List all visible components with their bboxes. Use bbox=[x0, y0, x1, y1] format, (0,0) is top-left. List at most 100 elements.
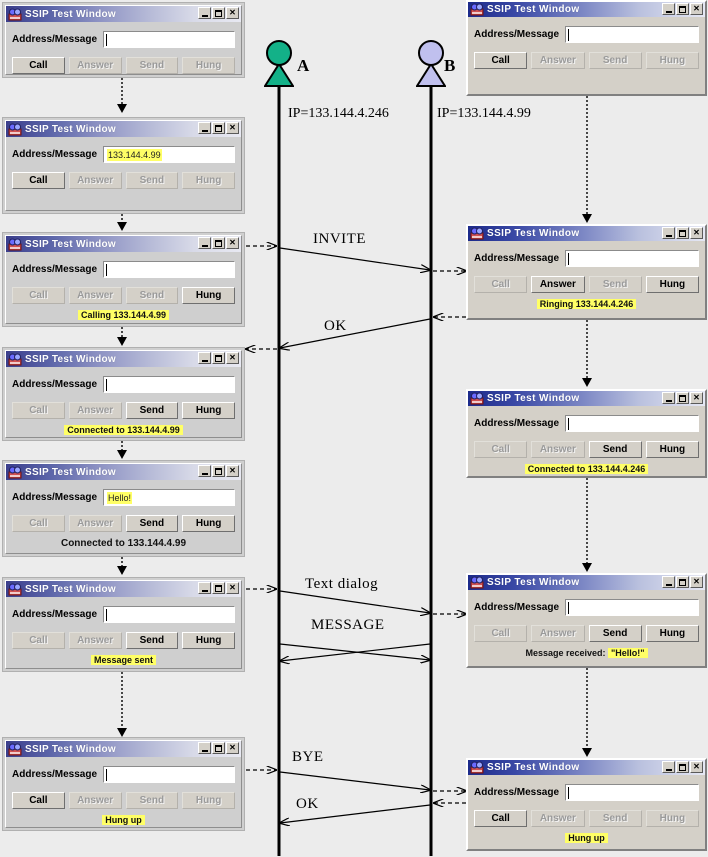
address-message-input[interactable] bbox=[103, 261, 235, 278]
address-message-input[interactable] bbox=[565, 26, 699, 43]
address-message-input[interactable] bbox=[565, 415, 699, 432]
close-button[interactable]: ✕ bbox=[226, 7, 239, 19]
window-controls: ✕ bbox=[198, 352, 239, 364]
minimize-button[interactable] bbox=[198, 352, 211, 364]
ssip-test-window[interactable]: SSIP Test Window ✕ Address/Message Call Answ… bbox=[466, 224, 707, 320]
window-frame: SSIP Test Window ✕ Address/Message 133.144.… bbox=[5, 120, 242, 211]
maximize-button[interactable] bbox=[676, 576, 689, 588]
send-button[interactable]: Send bbox=[125, 402, 179, 419]
maximize-button[interactable] bbox=[676, 392, 689, 404]
minimize-button[interactable] bbox=[662, 576, 675, 588]
hung-button[interactable]: Hung bbox=[645, 441, 699, 458]
close-button[interactable]: ✕ bbox=[690, 761, 703, 773]
hung-button[interactable]: Hung bbox=[182, 287, 235, 304]
address-message-input[interactable] bbox=[103, 606, 235, 623]
window-title-bar[interactable]: SSIP Test Window ✕ bbox=[6, 464, 241, 480]
address-message-input[interactable] bbox=[565, 599, 699, 616]
call-button[interactable]: Call bbox=[12, 57, 65, 74]
window-title-bar[interactable]: SSIP Test Window ✕ bbox=[468, 760, 705, 775]
close-button[interactable]: ✕ bbox=[690, 3, 703, 15]
ssip-test-window[interactable]: SSIP Test Window ✕ Address/Message Call Answ… bbox=[2, 2, 245, 78]
send-button: Send bbox=[125, 57, 179, 74]
minimize-button[interactable] bbox=[662, 392, 675, 404]
close-button[interactable]: ✕ bbox=[226, 582, 239, 594]
send-button[interactable]: Send bbox=[125, 515, 179, 532]
minimize-button[interactable] bbox=[198, 122, 211, 134]
close-button[interactable]: ✕ bbox=[226, 122, 239, 134]
maximize-button[interactable] bbox=[212, 237, 225, 249]
call-button[interactable]: Call bbox=[12, 792, 65, 809]
close-button[interactable]: ✕ bbox=[226, 465, 239, 477]
close-button[interactable]: ✕ bbox=[226, 352, 239, 364]
maximize-button[interactable] bbox=[212, 122, 225, 134]
close-button[interactable]: ✕ bbox=[226, 237, 239, 249]
address-message-input[interactable] bbox=[565, 250, 699, 267]
minimize-button[interactable] bbox=[198, 465, 211, 477]
address-message-input[interactable] bbox=[565, 784, 699, 801]
status-text: Ringing 133.144.4.246 bbox=[536, 299, 637, 309]
hung-button[interactable]: Hung bbox=[645, 276, 699, 293]
address-message-input[interactable] bbox=[103, 766, 235, 783]
send-button[interactable]: Send bbox=[125, 632, 179, 649]
address-message-input[interactable]: 133.144.4.99 bbox=[103, 146, 235, 163]
call-button[interactable]: Call bbox=[474, 52, 528, 69]
send-button[interactable]: Send bbox=[588, 441, 642, 458]
answer-button[interactable]: Answer bbox=[531, 276, 585, 293]
window-title-bar[interactable]: SSIP Test Window ✕ bbox=[6, 236, 241, 252]
minimize-button[interactable] bbox=[662, 3, 675, 15]
maximize-button[interactable] bbox=[676, 3, 689, 15]
ssip-test-window[interactable]: SSIP Test Window ✕ Address/Message Call Answ… bbox=[2, 577, 245, 672]
maximize-button[interactable] bbox=[212, 582, 225, 594]
ssip-test-window[interactable]: SSIP Test Window ✕ Address/Message Call Answ… bbox=[2, 737, 245, 831]
window-title-bar[interactable]: SSIP Test Window ✕ bbox=[468, 391, 705, 406]
close-button[interactable]: ✕ bbox=[690, 227, 703, 239]
window-title-bar[interactable]: SSIP Test Window ✕ bbox=[6, 351, 241, 367]
address-message-input[interactable]: Hello! bbox=[103, 489, 235, 506]
minimize-button[interactable] bbox=[198, 237, 211, 249]
status-message: Hung up bbox=[474, 833, 699, 843]
window-title-bar[interactable]: SSIP Test Window ✕ bbox=[6, 741, 241, 757]
action-buttons-row: Call Answer Send Hung bbox=[474, 441, 699, 458]
hung-button[interactable]: Hung bbox=[182, 632, 235, 649]
answer-button: Answer bbox=[531, 810, 585, 827]
ssip-test-window[interactable]: SSIP Test Window ✕ Address/Message 133.144.… bbox=[2, 117, 245, 214]
maximize-button[interactable] bbox=[676, 761, 689, 773]
ssip-test-window[interactable]: SSIP Test Window ✕ Address/Message Call Answ… bbox=[2, 347, 245, 441]
ssip-test-window[interactable]: SSIP Test Window ✕ Address/Message Call Answ… bbox=[466, 0, 707, 96]
close-button[interactable]: ✕ bbox=[226, 742, 239, 754]
window-title-bar[interactable]: SSIP Test Window ✕ bbox=[6, 581, 241, 597]
maximize-button[interactable] bbox=[212, 7, 225, 19]
maximize-button[interactable] bbox=[212, 465, 225, 477]
address-message-input[interactable] bbox=[103, 31, 235, 48]
address-row: Address/Message 133.144.4.99 bbox=[12, 146, 235, 163]
hung-button[interactable]: Hung bbox=[182, 515, 235, 532]
maximize-button[interactable] bbox=[212, 742, 225, 754]
address-message-input[interactable] bbox=[103, 376, 235, 393]
hung-button[interactable]: Hung bbox=[645, 625, 699, 642]
minimize-button[interactable] bbox=[198, 582, 211, 594]
window-title-bar[interactable]: SSIP Test Window ✕ bbox=[468, 575, 705, 590]
window-title-bar[interactable]: SSIP Test Window ✕ bbox=[468, 2, 705, 17]
ssip-test-window[interactable]: SSIP Test Window ✕ Address/Message Hello! Ca… bbox=[2, 460, 245, 557]
window-title-bar[interactable]: SSIP Test Window ✕ bbox=[6, 6, 241, 22]
maximize-button[interactable] bbox=[212, 352, 225, 364]
close-button[interactable]: ✕ bbox=[690, 576, 703, 588]
window-title-bar[interactable]: SSIP Test Window ✕ bbox=[6, 121, 241, 137]
minimize-button[interactable] bbox=[198, 7, 211, 19]
send-button[interactable]: Send bbox=[588, 625, 642, 642]
ssip-test-window[interactable]: SSIP Test Window ✕ Address/Message Call Answ… bbox=[466, 573, 707, 668]
maximize-button[interactable] bbox=[676, 227, 689, 239]
ssip-test-window[interactable]: SSIP Test Window ✕ Address/Message Call Answ… bbox=[466, 389, 707, 478]
call-button[interactable]: Call bbox=[12, 172, 65, 189]
hung-button[interactable]: Hung bbox=[182, 402, 235, 419]
ssip-test-window[interactable]: SSIP Test Window ✕ Address/Message Call Answ… bbox=[2, 232, 245, 327]
ssip-test-window[interactable]: SSIP Test Window ✕ Address/Message Call Answ… bbox=[466, 758, 707, 851]
window-title: SSIP Test Window bbox=[25, 743, 117, 755]
window-title: SSIP Test Window bbox=[25, 8, 117, 20]
close-button[interactable]: ✕ bbox=[690, 392, 703, 404]
window-title-bar[interactable]: SSIP Test Window ✕ bbox=[468, 226, 705, 241]
call-button[interactable]: Call bbox=[474, 810, 528, 827]
minimize-button[interactable] bbox=[662, 761, 675, 773]
minimize-button[interactable] bbox=[198, 742, 211, 754]
minimize-button[interactable] bbox=[662, 227, 675, 239]
